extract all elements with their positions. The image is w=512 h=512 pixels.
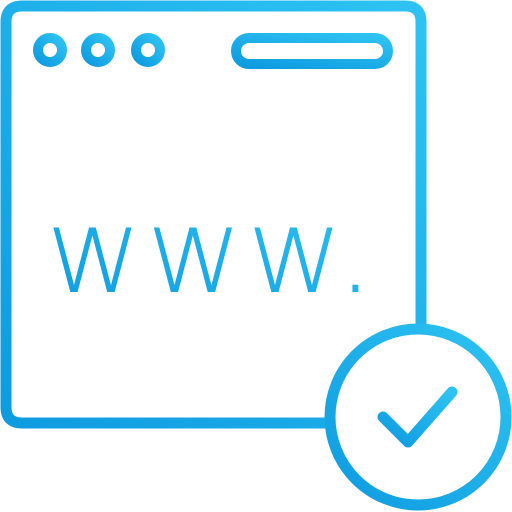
website-verified-icon: www. xyxy=(0,0,512,512)
window-control-dot-3 xyxy=(131,33,165,67)
window-control-dot-1 xyxy=(33,33,67,67)
address-bar xyxy=(231,33,393,69)
check-badge-circle xyxy=(324,323,512,511)
www-text: www. xyxy=(46,182,378,320)
window-control-dot-2 xyxy=(81,33,115,67)
website-verified-graphic: www. xyxy=(0,0,512,511)
